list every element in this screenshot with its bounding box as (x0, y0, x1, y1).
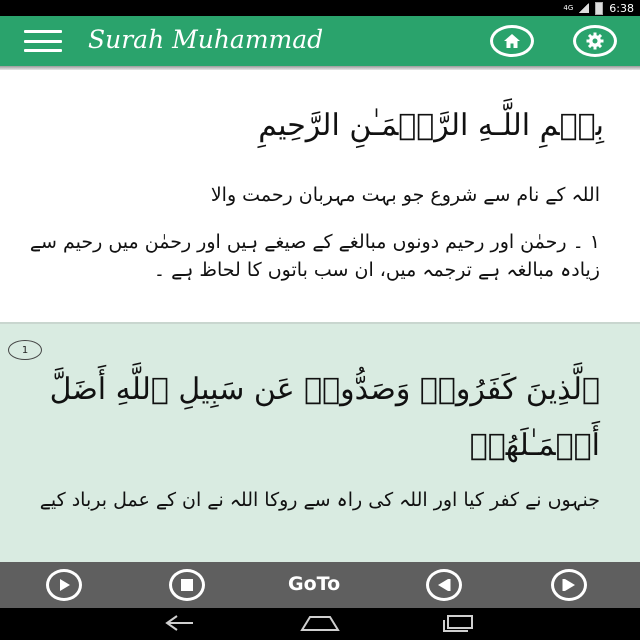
bismillah-arabic: بِسۡمِ اللَّـهِ الرَّحۡمَـٰنِ الرَّحِيمِ (258, 108, 604, 143)
playback-bar: GoTo (0, 562, 640, 608)
battery-icon (595, 1, 604, 15)
stop-button[interactable] (169, 569, 205, 601)
network-type: 4G (563, 4, 574, 12)
home-button[interactable] (490, 25, 534, 57)
previous-icon (438, 579, 451, 591)
goto-button[interactable]: GoTo (288, 573, 340, 595)
page-title: Surah Muhammad (88, 25, 324, 54)
bismillah-section: بِسۡمِ اللَّـهِ الرَّحۡمَـٰنِ الرَّحِيمِ… (0, 70, 640, 322)
verse-item[interactable]: 1 ٱلَّذِينَ كَفَرُوا۟ وَصَدُّوا۟ عَن سَب… (0, 324, 640, 562)
verse-arabic: ٱلَّذِينَ كَفَرُوا۟ وَصَدُّوا۟ عَن سَبِي… (49, 372, 600, 463)
status-time: 6:38 (609, 1, 634, 15)
settings-button[interactable] (573, 25, 617, 57)
signal-icon (579, 3, 590, 13)
hamburger-menu-icon[interactable] (24, 30, 62, 52)
bismillah-footnote: ١ ۔ رحمٰن اور رحیم دونوں مبالغے کے صیغے … (29, 231, 600, 281)
system-nav-bar (0, 608, 640, 640)
bismillah-translation: اللہ کے نام سے شروع جو بہت مہربان رحمت و… (210, 184, 600, 206)
back-icon[interactable] (163, 614, 197, 632)
verse-translation: جنہوں نے کفر کیا اور اللہ کی راہ سے روکا… (39, 489, 600, 511)
recents-icon[interactable] (440, 614, 476, 632)
play-icon (60, 579, 70, 591)
next-icon (562, 579, 575, 591)
play-button[interactable] (46, 569, 82, 601)
stop-icon (181, 579, 193, 591)
home-icon (504, 34, 520, 48)
app-bar: Surah Muhammad (0, 16, 640, 66)
home-nav-icon[interactable] (300, 614, 340, 632)
verse-number-badge: 1 (8, 340, 42, 360)
status-bar: 4G 6:38 (0, 0, 640, 16)
previous-button[interactable] (426, 569, 462, 601)
next-button[interactable] (551, 569, 587, 601)
settings-gear-icon (586, 32, 604, 50)
